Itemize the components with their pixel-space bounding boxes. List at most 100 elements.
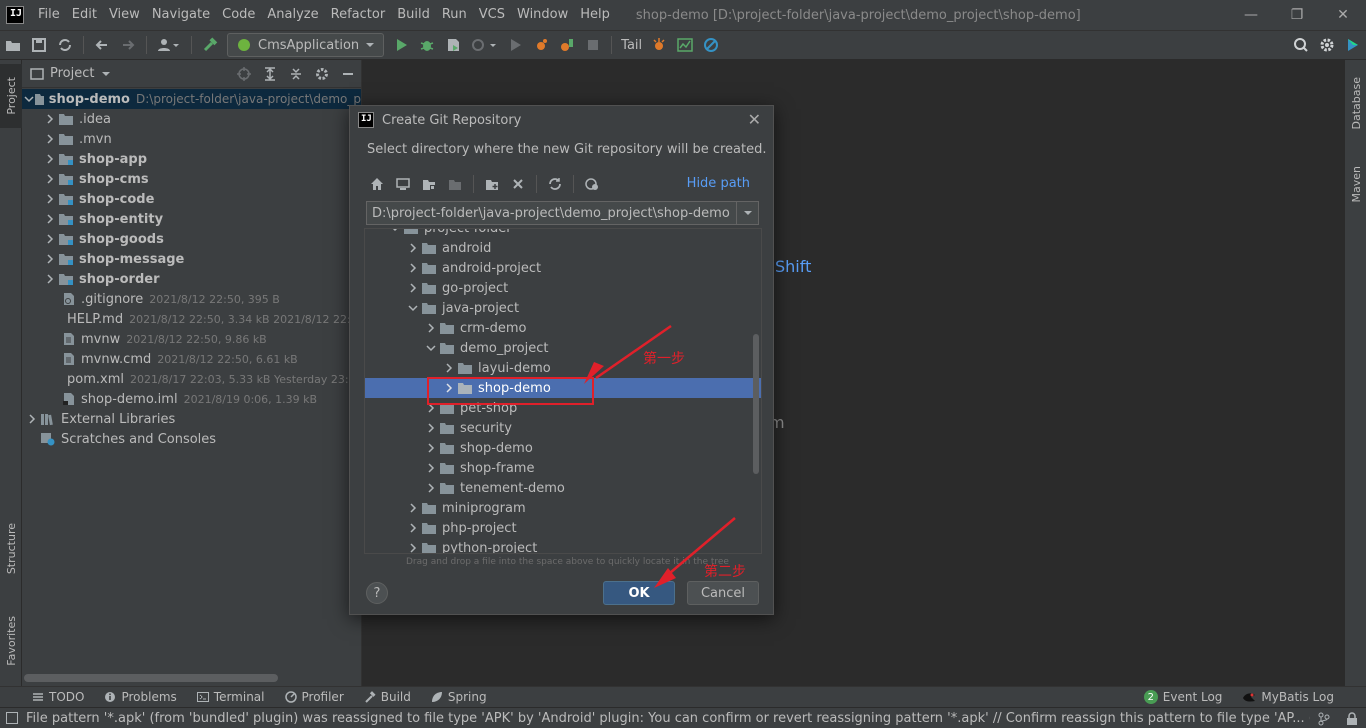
expand-all-icon[interactable]	[257, 60, 283, 88]
minimize-button[interactable]: —	[1228, 0, 1274, 30]
chevron-right-icon[interactable]	[42, 214, 58, 224]
dir-tree-item[interactable]: go-project	[365, 278, 761, 298]
chevron-right-icon[interactable]	[441, 363, 457, 373]
save-icon[interactable]	[27, 33, 51, 57]
tree-module-item[interactable]: shop-app	[22, 149, 361, 169]
todo-tab[interactable]: TODO	[0, 690, 94, 704]
show-hidden-files-icon[interactable]	[579, 172, 605, 196]
chevron-right-icon[interactable]	[405, 523, 421, 533]
coverage-icon[interactable]	[441, 33, 465, 57]
chevron-down-icon[interactable]	[98, 68, 114, 80]
chevron-right-icon[interactable]	[42, 154, 58, 164]
menu-navigate[interactable]: Navigate	[146, 0, 216, 30]
chevron-right-icon[interactable]	[24, 414, 40, 424]
tail-button[interactable]: Tail	[621, 38, 642, 53]
debug-icon[interactable]	[415, 33, 439, 57]
dir-tree-item[interactable]: android	[365, 238, 761, 258]
help-button[interactable]: ?	[366, 582, 388, 604]
module-folder-disabled-icon[interactable]	[442, 172, 468, 196]
chevron-down-icon[interactable]	[423, 343, 439, 353]
attach-debugger-icon[interactable]	[529, 33, 553, 57]
close-window-button[interactable]: ✕	[1320, 0, 1366, 30]
dir-tree-item[interactable]: php-project	[365, 518, 761, 538]
new-folder-icon[interactable]	[479, 172, 505, 196]
dir-tree-item[interactable]: demo_project	[365, 338, 761, 358]
tree-file-item[interactable]: mvnw.cmd 2021/8/12 22:50, 6.61 kB	[22, 349, 361, 369]
project-folder-icon[interactable]	[416, 172, 442, 196]
tree-folder-item[interactable]: .mvn	[22, 129, 361, 149]
locate-target-icon[interactable]	[231, 60, 257, 88]
chevron-right-icon[interactable]	[423, 323, 439, 333]
chevron-right-icon[interactable]	[423, 443, 439, 453]
tree-module-item[interactable]: shop-goods	[22, 229, 361, 249]
desktop-icon[interactable]	[390, 172, 416, 196]
stop-icon[interactable]	[581, 33, 605, 57]
tree-file-item[interactable]: m pom.xml 2021/8/17 22:03, 5.33 kB Yeste…	[22, 369, 363, 389]
chevron-right-icon[interactable]	[42, 274, 58, 284]
tree-scratches[interactable]: Scratches and Consoles	[22, 429, 361, 449]
tree-module-item[interactable]: shop-order	[22, 269, 361, 289]
monitor-chart-icon[interactable]	[673, 33, 697, 57]
menu-window[interactable]: Window	[511, 0, 574, 30]
dir-tree-item[interactable]: project-folder	[365, 229, 761, 238]
chevron-right-icon[interactable]	[42, 114, 58, 124]
tree-module-item[interactable]: shop-entity	[22, 209, 361, 229]
tree-file-item[interactable]: mvnw 2021/8/12 22:50, 9.86 kB	[22, 329, 361, 349]
chevron-right-icon[interactable]	[405, 243, 421, 253]
dir-tree-item[interactable]: android-project	[365, 258, 761, 278]
tree-module-item[interactable]: shop-cms	[22, 169, 361, 189]
home-icon[interactable]	[364, 172, 390, 196]
dir-tree-item[interactable]: shop-demo	[365, 438, 761, 458]
tree-file-item[interactable]: .gitignore 2021/8/12 22:50, 395 B	[22, 289, 361, 309]
git-branch-icon[interactable]	[1317, 712, 1331, 726]
menu-run[interactable]: Run	[436, 0, 473, 30]
directory-tree-scrollbar[interactable]	[753, 334, 759, 474]
tree-external-libraries[interactable]: External Libraries	[22, 409, 361, 429]
run-icon[interactable]	[389, 33, 413, 57]
path-input[interactable]: D:\project-folder\java-project\demo_proj…	[366, 201, 759, 225]
settings-gear-icon[interactable]	[1315, 33, 1339, 57]
forward-arrow-icon[interactable]	[116, 33, 140, 57]
ok-button[interactable]: OK	[603, 581, 675, 605]
hammer-build-icon[interactable]	[198, 33, 222, 57]
project-tree-root[interactable]: shop-demo D:\project-folder\java-project…	[22, 89, 361, 109]
menu-edit[interactable]: Edit	[66, 0, 103, 30]
chevron-right-icon[interactable]	[42, 234, 58, 244]
collapse-all-icon[interactable]	[283, 60, 309, 88]
dir-tree-item[interactable]: python-project	[365, 538, 761, 553]
arthas-icon[interactable]	[647, 33, 671, 57]
menu-file[interactable]: File	[32, 0, 66, 30]
delete-icon[interactable]	[505, 172, 531, 196]
dir-tree-item[interactable]: security	[365, 418, 761, 438]
dir-tree-item[interactable]: crm-demo	[365, 318, 761, 338]
mybatis-log-tab[interactable]: MyBatis Log	[1232, 690, 1366, 704]
horizontal-scrollbar[interactable]	[24, 674, 278, 682]
problems-tab[interactable]: Problems	[94, 690, 186, 704]
chevron-right-icon[interactable]	[405, 503, 421, 513]
dialog-close-icon[interactable]: ✕	[748, 110, 761, 129]
menu-vcs[interactable]: VCS	[473, 0, 511, 30]
chevron-down-icon[interactable]	[405, 303, 421, 313]
status-message[interactable]: File pattern '*.apk' (from 'bundled' plu…	[26, 711, 1366, 726]
tree-file-item[interactable]: HELP.md 2021/8/12 22:50, 3.34 kB 2021/8/…	[22, 309, 365, 329]
chevron-right-icon[interactable]	[423, 423, 439, 433]
run-services-icon[interactable]	[555, 33, 579, 57]
chevron-right-icon[interactable]	[405, 263, 421, 273]
dir-tree-item[interactable]: layui-demo	[365, 358, 761, 378]
dir-tree-item[interactable]: tenement-demo	[365, 478, 761, 498]
rerun-icon[interactable]	[503, 33, 527, 57]
dir-tree-item[interactable]: shop-frame	[365, 458, 761, 478]
chevron-right-icon[interactable]	[42, 194, 58, 204]
chevron-right-icon[interactable]	[423, 483, 439, 493]
disable-icon[interactable]	[699, 33, 723, 57]
chevron-right-icon[interactable]	[42, 254, 58, 264]
favorites-tool-tab[interactable]: Favorites	[0, 603, 22, 679]
chevron-right-icon[interactable]	[42, 174, 58, 184]
open-folder-icon[interactable]	[1, 33, 25, 57]
back-arrow-icon[interactable]	[90, 33, 114, 57]
profile-dropdown-icon[interactable]	[467, 33, 501, 57]
chevron-right-icon[interactable]	[405, 283, 421, 293]
dir-tree-item[interactable]: java-project	[365, 298, 761, 318]
dialog-title-bar[interactable]: IJ Create Git Repository	[350, 106, 773, 134]
maven-tool-tab[interactable]: Maven	[1345, 156, 1366, 212]
